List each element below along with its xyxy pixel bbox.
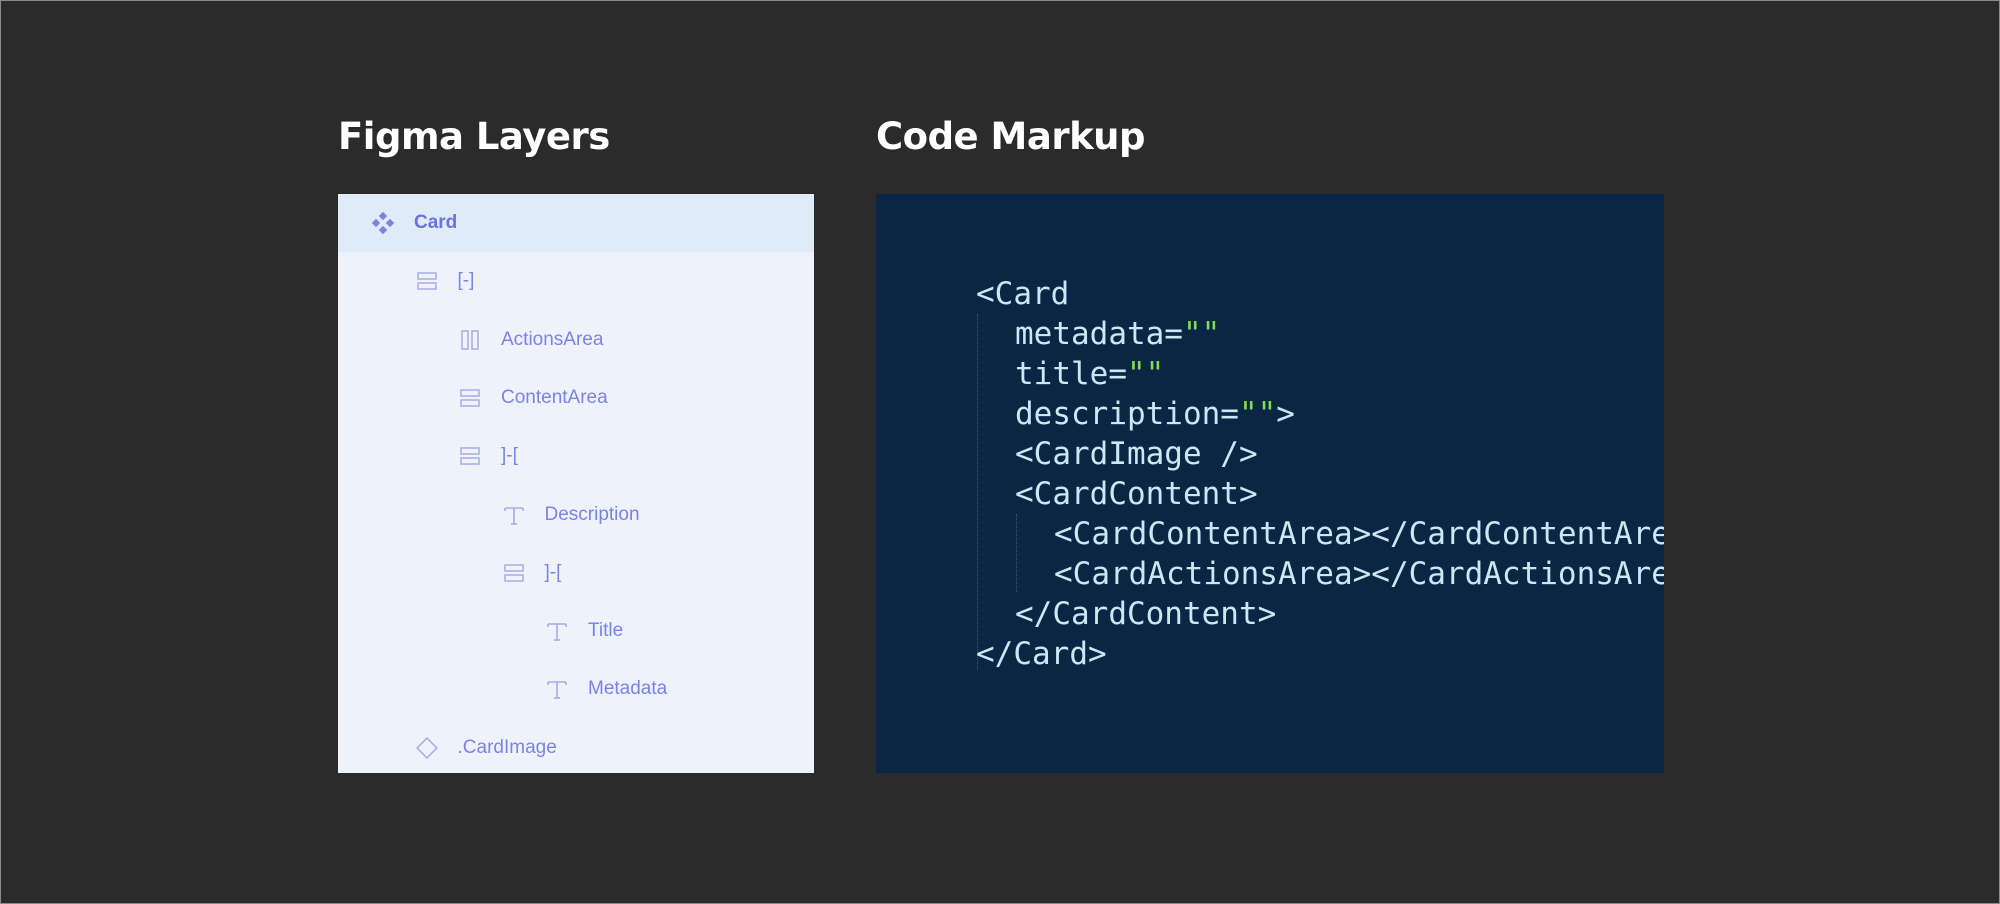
code-line: <Card: [976, 274, 1664, 314]
code-string: "": [1238, 396, 1277, 432]
layer-label: ]-[: [544, 561, 562, 583]
code-token: </CardContent>: [1015, 596, 1277, 632]
code-line: title="": [976, 354, 1664, 394]
code-token: <Card: [976, 276, 1070, 312]
layer-row-contentarea[interactable]: ContentArea: [338, 369, 814, 427]
vertical-stack-icon: [501, 560, 527, 586]
code-string: "": [1182, 316, 1221, 352]
code-line: <CardContentArea></CardContentArea>: [976, 514, 1664, 554]
figma-layers-panel: Card [-] ActionsArea ContentArea ]-[ Descript…: [338, 194, 814, 773]
code-line: description="">: [976, 394, 1664, 434]
code-line: <CardImage />: [976, 434, 1664, 474]
code-token: <CardActionsArea></CardActionsArea>: [1054, 556, 1664, 592]
code-line: metadata="": [976, 314, 1664, 354]
code-markup-panel: <Card metadata="" title="" description=""> <…: [876, 194, 1664, 773]
code-token: <CardContentArea></CardContentArea>: [1054, 516, 1664, 552]
component-icon: [370, 210, 396, 236]
code-token: description=: [1015, 396, 1239, 432]
code-token: <CardContent>: [1015, 476, 1258, 512]
layer-label: Description: [544, 503, 640, 525]
code-line: <CardContent>: [976, 474, 1664, 514]
vertical-stack-icon: [457, 385, 483, 411]
layer-label: ContentArea: [501, 386, 608, 408]
code-token: <CardImage />: [1015, 436, 1258, 472]
layer-label: ActionsArea: [501, 328, 604, 350]
text-icon: [501, 502, 527, 528]
text-icon: [544, 676, 570, 702]
code-token: >: [1276, 396, 1295, 432]
layer-row-card[interactable]: Card: [338, 194, 814, 252]
vertical-stack-icon: [457, 443, 483, 469]
instance-icon: [414, 735, 440, 761]
layer-label: [-]: [457, 270, 475, 292]
code-markup-heading: Code Markup: [876, 115, 1146, 158]
code-token: </Card>: [976, 636, 1107, 672]
layer-row-description[interactable]: Description: [338, 486, 814, 544]
layer-row-cardimage[interactable]: .CardImage: [338, 719, 814, 773]
layer-label: ]-[: [501, 445, 518, 467]
figma-layers-heading: Figma Layers: [338, 115, 610, 158]
canvas-frame: Figma Layers Code Markup Card [-] ActionsA…: [0, 0, 2000, 904]
layer-row-[interactable]: [-]: [338, 252, 814, 310]
code-string: "": [1126, 356, 1165, 392]
code-token: metadata=: [1015, 316, 1183, 352]
layer-label: Card: [414, 212, 458, 233]
layer-row-metadata[interactable]: Metadata: [338, 660, 814, 718]
layer-label: Metadata: [588, 678, 668, 700]
code-line: <CardActionsArea></CardActionsArea>: [976, 554, 1664, 594]
layer-row-title[interactable]: Title: [338, 602, 814, 660]
code-token: title=: [1015, 356, 1127, 392]
horizontal-stack-icon: [457, 327, 483, 353]
code-line: </Card>: [976, 634, 1664, 674]
code-line: </CardContent>: [976, 594, 1664, 634]
layer-row-[interactable]: ]-[: [338, 427, 814, 485]
layer-label: .CardImage: [457, 736, 557, 758]
layer-row-actionsarea[interactable]: ActionsArea: [338, 311, 814, 369]
text-icon: [544, 618, 570, 644]
vertical-stack-icon: [414, 268, 440, 294]
layer-label: Title: [588, 620, 624, 642]
code-block: <Card metadata="" title="" description=""> <…: [976, 274, 1664, 674]
layer-row-[interactable]: ]-[: [338, 544, 814, 602]
